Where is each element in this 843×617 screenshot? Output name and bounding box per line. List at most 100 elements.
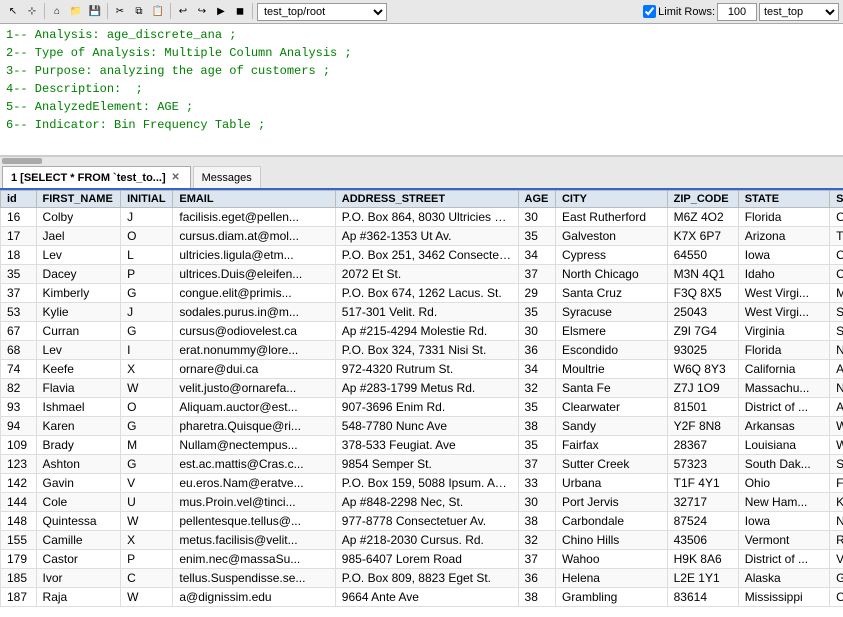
table-row[interactable]: 109BradyMNullam@nectempus...378-533 Feug… [1, 436, 843, 455]
db-select[interactable]: test_top [759, 3, 839, 21]
table-cell: G [121, 417, 173, 436]
table-cell: P.O. Box 159, 5088 Ipsum. Avenue [335, 474, 518, 493]
table-row[interactable]: 187RajaWa@dignissim.edu9664 Ante Ave38Gr… [1, 588, 843, 607]
limit-rows-checkbox[interactable] [643, 5, 656, 18]
table-cell: 35 [518, 303, 555, 322]
table-row[interactable]: 185IvorCtellus.Suspendisse.se...P.O. Box… [1, 569, 843, 588]
table-cell: Ap #283-1799 Metus Rd. [335, 379, 518, 398]
table-cell: East Rutherford [555, 208, 667, 227]
table-cell: Alaska [738, 569, 829, 588]
table-row[interactable]: 155CamilleXmetus.facilisis@velit...Ap #2… [1, 531, 843, 550]
save-icon[interactable]: 💾 [86, 3, 104, 21]
table-row[interactable]: 53KylieJsodales.purus.in@m...517-301 Vel… [1, 303, 843, 322]
col-header-address[interactable]: ADDRESS_STREET [335, 191, 518, 208]
paste-icon[interactable]: 📋 [149, 3, 167, 21]
copy-icon[interactable]: ⧉ [130, 3, 148, 21]
table-cell: Ap #362-1353 Ut Av. [335, 227, 518, 246]
table-cell: 548-7780 Nunc Ave [335, 417, 518, 436]
sql-scrollbar[interactable] [0, 156, 843, 164]
table-cell: GA [830, 569, 843, 588]
table-row[interactable]: 123AshtonGest.ac.mattis@Cras.c...9854 Se… [1, 455, 843, 474]
table-cell: K7X 6P7 [667, 227, 738, 246]
sql-editor[interactable]: 1-- Analysis: age_discrete_ana ; 2-- Typ… [0, 24, 843, 156]
table-row[interactable]: 17JaelOcursus.diam.at@mol...Ap #362-1353… [1, 227, 843, 246]
table-cell: California [738, 360, 829, 379]
table-cell: OK [830, 246, 843, 265]
table-row[interactable]: 148QuintessaWpellentesque.tellus@...977-… [1, 512, 843, 531]
table-cell: facilisis.eget@pellen... [173, 208, 335, 227]
table-cell: 74 [1, 360, 37, 379]
tab-result-close[interactable]: ✕ [170, 172, 182, 184]
table-cell: 32 [518, 531, 555, 550]
sql-line-4: 4-- Description: ; [6, 80, 837, 98]
table-cell: W [121, 588, 173, 607]
col-header-age[interactable]: AGE [518, 191, 555, 208]
cut-icon[interactable]: ✂ [111, 3, 129, 21]
sql-line-5: 5-- AnalyzedElement: AGE ; [6, 98, 837, 116]
table-row[interactable]: 94KarenGpharetra.Quisque@ri...548-7780 N… [1, 417, 843, 436]
col-header-statesh[interactable]: STATE_SH [830, 191, 843, 208]
app-window: ↖ ⊹ ⌂ 📁 💾 ✂ ⧉ 📋 ↩ ↪ ▶ ◼ test_top/root Li… [0, 0, 843, 617]
col-header-id[interactable]: id [1, 191, 37, 208]
table-cell: 81501 [667, 398, 738, 417]
col-header-firstname[interactable]: FIRST_NAME [36, 191, 121, 208]
col-header-zip[interactable]: ZIP_CODE [667, 191, 738, 208]
tab-bar: 1 [SELECT * FROM `test_to...] ✕ Messages [0, 164, 843, 190]
table-row[interactable]: 68LevIerat.nonummy@lore...P.O. Box 324, … [1, 341, 843, 360]
data-grid-container[interactable]: id FIRST_NAME INITIAL EMAIL ADDRESS_STRE… [0, 190, 843, 617]
table-cell: Nullam@nectempus... [173, 436, 335, 455]
table-row[interactable]: 67CurranGcursus@odiovelest.caAp #215-429… [1, 322, 843, 341]
redo-icon[interactable]: ↪ [193, 3, 211, 21]
table-cell: Sutter Creek [555, 455, 667, 474]
table-row[interactable]: 144ColeUmus.Proin.vel@tinci...Ap #848-22… [1, 493, 843, 512]
table-cell: 2072 Et St. [335, 265, 518, 284]
col-header-initial[interactable]: INITIAL [121, 191, 173, 208]
home-icon[interactable]: ⌂ [48, 3, 66, 21]
table-cell: Arizona [738, 227, 829, 246]
table-row[interactable]: 35DaceyPultrices.Duis@eleifen...2072 Et … [1, 265, 843, 284]
table-cell: Lev [36, 246, 121, 265]
table-cell: Z9I 7G4 [667, 322, 738, 341]
table-cell: G [121, 322, 173, 341]
table-cell: Idaho [738, 265, 829, 284]
table-cell: velit.justo@ornarefa... [173, 379, 335, 398]
table-cell: RI [830, 531, 843, 550]
table-row[interactable]: 179CastorPenim.nec@massaSu...985-6407 Lo… [1, 550, 843, 569]
table-cell: 109 [1, 436, 37, 455]
table-cell: VA [830, 550, 843, 569]
table-row[interactable]: 37KimberlyGcongue.elit@primis...P.O. Box… [1, 284, 843, 303]
table-cell: 35 [518, 227, 555, 246]
table-cell: Syracuse [555, 303, 667, 322]
table-cell: T1F 4Y1 [667, 474, 738, 493]
select-icon[interactable]: ⊹ [23, 3, 41, 21]
table-row[interactable]: 74KeefeXornare@dui.ca972-4320 Rutrum St.… [1, 360, 843, 379]
table-cell: Grambling [555, 588, 667, 607]
table-cell: Florida [738, 208, 829, 227]
table-cell: SC [830, 303, 843, 322]
table-cell: Jael [36, 227, 121, 246]
path-select[interactable]: test_top/root [257, 3, 387, 21]
tab-result[interactable]: 1 [SELECT * FROM `test_to...] ✕ [2, 166, 191, 188]
table-cell: Gavin [36, 474, 121, 493]
table-row[interactable]: 93IshmaelOAliquam.auctor@est...907-3696 … [1, 398, 843, 417]
limit-rows-input[interactable] [717, 3, 757, 21]
folder-open-icon[interactable]: 📁 [67, 3, 85, 21]
table-cell: 43506 [667, 531, 738, 550]
run-icon[interactable]: ▶ [212, 3, 230, 21]
undo-icon[interactable]: ↩ [174, 3, 192, 21]
tab-messages[interactable]: Messages [193, 166, 261, 188]
table-cell: Clearwater [555, 398, 667, 417]
separator-2 [107, 3, 108, 19]
table-cell: Carbondale [555, 512, 667, 531]
table-row[interactable]: 142GavinVeu.eros.Nam@eratve...P.O. Box 1… [1, 474, 843, 493]
cursor-icon[interactable]: ↖ [4, 3, 22, 21]
col-header-state[interactable]: STATE [738, 191, 829, 208]
table-row[interactable]: 18LevLultricies.ligula@etm...P.O. Box 25… [1, 246, 843, 265]
table-cell: 34 [518, 360, 555, 379]
col-header-city[interactable]: CITY [555, 191, 667, 208]
table-row[interactable]: 82FlaviaWvelit.justo@ornarefa...Ap #283-… [1, 379, 843, 398]
col-header-email[interactable]: EMAIL [173, 191, 335, 208]
table-row[interactable]: 16ColbyJfacilisis.eget@pellen...P.O. Box… [1, 208, 843, 227]
table-cell: W6Q 8Y3 [667, 360, 738, 379]
stop-icon[interactable]: ◼ [231, 3, 249, 21]
